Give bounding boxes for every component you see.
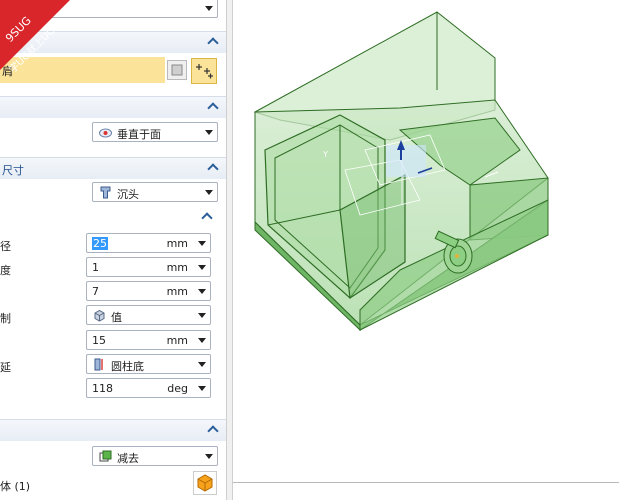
cylinder-bottom-icon bbox=[94, 358, 103, 371]
counterbore-diameter-field[interactable]: 25 mm bbox=[86, 233, 211, 253]
section-header-boolean[interactable] bbox=[0, 419, 226, 441]
collapse-icon[interactable] bbox=[202, 211, 212, 221]
counterbore-icon bbox=[100, 186, 111, 199]
sketch-section-button[interactable] bbox=[167, 60, 187, 80]
chevron-down-icon bbox=[198, 241, 206, 246]
field-label-depth-limit: 制 bbox=[0, 312, 11, 325]
hole-depth-field[interactable]: 15 mm bbox=[86, 330, 211, 350]
subsection-header-dimensions[interactable] bbox=[0, 207, 226, 229]
section-header-direction[interactable] bbox=[0, 96, 226, 118]
section-header-form-dimensions[interactable]: 尺寸 bbox=[0, 157, 226, 179]
field-label-diameter: 径 bbox=[0, 240, 11, 253]
chevron-down-icon bbox=[205, 130, 213, 135]
boolean-dropdown[interactable]: 减去 bbox=[92, 446, 218, 466]
chevron-down-icon bbox=[198, 313, 206, 318]
chevron-down-icon bbox=[198, 289, 206, 294]
point-plus-icon bbox=[196, 64, 213, 79]
svg-text:Y: Y bbox=[322, 150, 328, 159]
solid-body-icon bbox=[197, 474, 213, 492]
sketch-icon bbox=[171, 64, 183, 76]
chevron-down-icon bbox=[198, 338, 206, 343]
chevron-down-icon bbox=[205, 6, 213, 11]
normal-to-face-icon bbox=[99, 128, 112, 138]
select-body-button[interactable] bbox=[193, 471, 217, 495]
watermark-logo: 9SUG 学UG就上UG网 bbox=[0, 0, 70, 75]
status-divider bbox=[233, 482, 619, 483]
counterbore-depth-field[interactable]: 1 mm bbox=[86, 257, 211, 277]
value-icon bbox=[94, 309, 105, 322]
collapse-icon[interactable] bbox=[208, 424, 218, 434]
point-dialog-button[interactable] bbox=[191, 58, 217, 84]
chevron-down-icon bbox=[205, 190, 213, 195]
subtract-icon bbox=[99, 450, 112, 462]
depth-to-dropdown[interactable]: 圆柱底 bbox=[86, 354, 211, 374]
field-label-depth: 度 bbox=[0, 264, 11, 277]
collapse-icon[interactable] bbox=[208, 36, 218, 46]
chevron-down-icon bbox=[198, 265, 206, 270]
3d-model-view[interactable]: Y bbox=[233, 0, 619, 500]
collapse-icon[interactable] bbox=[208, 162, 218, 172]
graphics-window[interactable]: Y bbox=[233, 0, 619, 500]
hole-form-dropdown[interactable]: 沉头 bbox=[92, 182, 218, 202]
depth-limit-dropdown[interactable]: 值 bbox=[86, 305, 211, 325]
chevron-down-icon bbox=[198, 386, 206, 391]
hole-direction-dropdown[interactable]: 垂直于面 bbox=[92, 122, 218, 142]
hole-diameter-field[interactable]: 7 mm bbox=[86, 281, 211, 301]
chevron-down-icon bbox=[205, 454, 213, 459]
panel-splitter[interactable] bbox=[226, 0, 233, 500]
field-label-depth-to: 延 bbox=[0, 361, 11, 374]
select-body-label: 体 (1) bbox=[0, 480, 31, 493]
tip-angle-field[interactable]: 118 deg bbox=[86, 378, 211, 398]
collapse-icon[interactable] bbox=[208, 101, 218, 111]
chevron-down-icon bbox=[198, 362, 206, 367]
